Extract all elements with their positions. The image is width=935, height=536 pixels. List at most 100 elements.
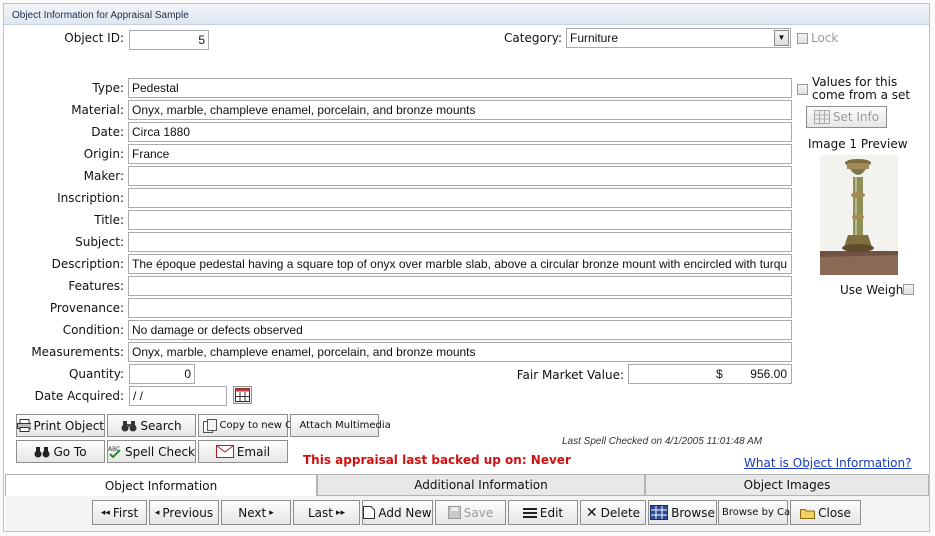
field-input[interactable]: France (128, 144, 792, 164)
calendar-icon (235, 388, 250, 402)
new-document-icon (363, 506, 376, 519)
tab-additional-information[interactable]: Additional Information (317, 474, 645, 496)
first-button[interactable]: ◂◂ First (92, 500, 147, 525)
close-label: Close (818, 505, 851, 520)
go-to-label: Go To (53, 444, 87, 459)
field-label: Features: (68, 279, 124, 293)
last-button[interactable]: Last ▸▸ (293, 500, 360, 525)
quantity-label: Quantity: (68, 367, 124, 381)
object-id-field[interactable]: 5 (129, 30, 209, 50)
field-input[interactable] (128, 298, 792, 318)
previous-button[interactable]: ◂ Previous (149, 500, 219, 525)
field-input[interactable]: Onyx, marble, champleve enamel, porcelai… (128, 342, 792, 362)
copy-to-new-object-label: Copy to new Object (219, 419, 318, 431)
field-input[interactable] (128, 210, 792, 230)
values-from-set-checkbox[interactable] (797, 84, 808, 95)
close-button[interactable]: Close (790, 500, 861, 525)
double-chevron-left-icon: ◂◂ (100, 507, 110, 518)
next-button[interactable]: Next ▸ (221, 500, 291, 525)
copy-to-new-object-button[interactable]: Copy to new Object (198, 414, 318, 437)
field-input[interactable]: Onyx, marble, champleve enamel, porcelai… (128, 100, 792, 120)
edit-lines-icon (522, 507, 537, 518)
field-label: Origin: (83, 147, 124, 161)
field-label: Title: (94, 213, 124, 227)
save-label: Save (463, 505, 494, 520)
binoculars-icon (34, 446, 50, 457)
search-label: Search (140, 418, 182, 433)
field-input[interactable]: No damage or defects observed (128, 320, 792, 340)
edit-button[interactable]: Edit (508, 500, 578, 525)
add-new-button[interactable]: Add New (362, 500, 433, 525)
table-icon (813, 110, 830, 124)
spell-check-button[interactable]: ABC Spell Check (107, 440, 196, 463)
attach-multimedia-button[interactable]: Attach Multimedia (290, 414, 391, 437)
email-button[interactable]: Email (198, 440, 288, 463)
first-label: First (112, 505, 139, 520)
field-label: Date: (91, 125, 124, 139)
category-select[interactable]: Furniture ▼ (566, 28, 791, 48)
lock-checkbox[interactable] (797, 33, 808, 44)
next-label: Next (238, 505, 267, 520)
backup-warning: This appraisal last backed up on: Never (303, 453, 571, 467)
tab-object-information[interactable]: Object Information (5, 474, 317, 496)
browse-by-category-button[interactable]: Browse by Category (718, 500, 823, 525)
field-label: Subject: (75, 235, 124, 249)
field-label: Measurements: (31, 345, 124, 359)
field-label: Material: (71, 103, 124, 117)
field-input[interactable]: The époque pedestal having a square top … (128, 254, 792, 274)
image-preview-title: Image 1 Preview (808, 137, 908, 151)
chevron-left-icon: ◂ (154, 507, 160, 518)
browse-label: Browse (671, 505, 715, 520)
spell-check-label: Spell Check (124, 444, 195, 459)
chevron-right-icon: ▸ (269, 507, 274, 518)
field-label: Inscription: (57, 191, 124, 205)
previous-label: Previous (162, 505, 214, 520)
spell-check-icon: ABC (108, 446, 121, 458)
field-label: Type: (92, 81, 124, 95)
delete-button[interactable]: ✕ Delete (580, 500, 646, 525)
go-to-button[interactable]: Go To (16, 440, 105, 463)
pedestal-image (820, 155, 898, 275)
copy-icon (202, 418, 217, 433)
search-button[interactable]: Search (107, 414, 196, 437)
calendar-button[interactable] (233, 386, 252, 404)
what-is-object-information-link[interactable]: What is Object Information? (744, 456, 911, 470)
quantity-field[interactable]: 0 (129, 364, 195, 384)
object-image-preview[interactable] (820, 155, 898, 275)
field-label: Condition: (62, 323, 124, 337)
browse-button[interactable]: Browse (648, 500, 717, 525)
field-input[interactable] (128, 188, 792, 208)
tab-object-images[interactable]: Object Images (645, 474, 929, 496)
browse-by-category-label: Browse by Category (722, 506, 823, 518)
chevron-down-icon[interactable]: ▼ (774, 30, 789, 46)
fair-market-value-field[interactable]: $ 956.00 (628, 364, 792, 384)
floppy-disk-icon (447, 506, 461, 519)
lock-label: Lock (811, 31, 839, 45)
delete-x-icon: ✕ (585, 504, 598, 521)
use-weight-checkbox[interactable] (903, 284, 914, 295)
print-object-button[interactable]: Print Object (16, 414, 105, 437)
set-info-label: Set Info (832, 110, 880, 124)
double-chevron-right-icon: ▸▸ (335, 507, 346, 518)
use-weight-label: Use Weight (840, 283, 909, 297)
print-object-label: Print Object (33, 418, 105, 433)
grid-icon (650, 505, 669, 520)
edit-label: Edit (539, 505, 564, 520)
save-button[interactable]: Save (435, 500, 506, 525)
email-label: Email (236, 444, 271, 459)
category-value: Furniture (570, 31, 619, 45)
field-input[interactable]: Pedestal (128, 78, 792, 98)
field-input[interactable] (128, 166, 792, 186)
date-acquired-field[interactable]: / / (129, 386, 227, 406)
object-id-label: Object ID: (64, 31, 124, 45)
field-input[interactable]: Circa 1880 (128, 122, 792, 142)
fair-market-value: 956.00 (750, 367, 787, 381)
binoculars-icon (121, 420, 137, 431)
add-new-label: Add New (378, 505, 432, 520)
field-input[interactable] (128, 276, 792, 296)
folder-icon (800, 508, 816, 519)
set-info-button[interactable]: Set Info (806, 106, 887, 128)
field-input[interactable] (128, 232, 792, 252)
delete-label: Delete (600, 505, 641, 520)
attach-multimedia-label: Attach Multimedia (299, 419, 391, 431)
